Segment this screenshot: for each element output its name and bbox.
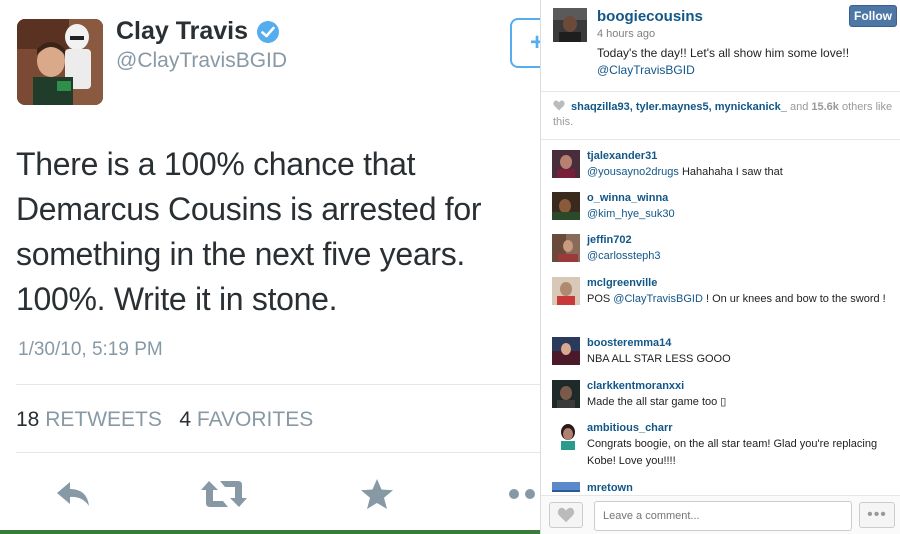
commenter-username[interactable]: tjalexander31 <box>587 150 657 162</box>
comment-body: ! On ur knees and bow to the sword ! <box>702 293 886 305</box>
more-options-button[interactable]: ••• <box>859 502 895 528</box>
follow-plus-icon: + <box>530 29 540 57</box>
retweets-label[interactable]: RETWEETS <box>45 408 162 431</box>
comment-text: Congrats boogie, on the all star team! G… <box>587 438 878 467</box>
commenter-avatar[interactable] <box>552 482 580 492</box>
poster-avatar[interactable] <box>553 8 587 42</box>
star-icon <box>361 479 393 509</box>
commenter-username[interactable]: mclgreenville <box>587 277 657 289</box>
like-button[interactable] <box>549 502 583 528</box>
tweet-timestamp[interactable]: 1/30/10, 5:19 PM <box>18 339 163 361</box>
commenter-avatar[interactable] <box>552 192 580 220</box>
reply-icon <box>57 482 89 506</box>
comment-mention[interactable]: @carlossteph3 <box>587 250 661 262</box>
commenter-username[interactable]: boosteremma14 <box>587 337 671 349</box>
tweet-author-name-text: Clay Travis <box>116 17 249 45</box>
reply-button[interactable] <box>54 477 92 511</box>
post-header: boogiecousins 4 hours ago Today's the da… <box>541 0 900 91</box>
tweet-text: There is a 100% chance that Demarcus Cou… <box>16 146 482 317</box>
divider <box>541 91 900 92</box>
divider <box>16 384 540 385</box>
tweet-card: Clay Travis @ClayTravisBGID + There is a… <box>0 0 541 534</box>
more-dots-icon <box>509 489 535 499</box>
tweet-stats: 18 RETWEETS 4 FAVORITES <box>16 408 313 432</box>
heart-icon <box>553 100 565 111</box>
liker-link[interactable]: shaqzilla93, <box>571 101 633 113</box>
tweet-author-name[interactable]: Clay Travis <box>116 17 280 46</box>
liker-link[interactable]: tyler.maynes5, <box>636 101 712 113</box>
caption-text: Today's the day!! Let's all show him som… <box>597 46 850 60</box>
divider <box>16 452 540 453</box>
bottom-edge <box>0 530 540 534</box>
retweet-button[interactable] <box>200 477 248 511</box>
comment-body: Hahahaha I saw that <box>678 166 783 178</box>
commenter-username[interactable]: jeffin702 <box>587 234 632 246</box>
follow-button[interactable]: + <box>510 18 540 68</box>
comment-mention[interactable]: @kim_hye_suk30 <box>587 208 675 220</box>
commenter-avatar[interactable] <box>552 234 580 262</box>
comment-prefix: POS <box>587 293 614 305</box>
comment-text: Made the all star game too ▯ <box>587 396 727 408</box>
more-options-button[interactable] <box>508 477 540 511</box>
comment-text: @yousayno2drugs Hahahaha I saw that <box>587 164 887 181</box>
instagram-panel: boogiecousins 4 hours ago Today's the da… <box>541 0 900 534</box>
likes-and: and <box>789 101 809 113</box>
retweet-icon <box>201 481 247 507</box>
likes-count[interactable]: 15.6k <box>811 101 839 113</box>
divider <box>541 139 900 140</box>
commenter-avatar[interactable] <box>552 337 580 365</box>
verified-badge-icon <box>256 20 280 44</box>
comment-text: NBA ALL STAR LESS GOOO <box>587 353 731 365</box>
commenter-avatar[interactable] <box>554 422 582 450</box>
comment-text: POS @ClayTravisBGID ! On ur knees and bo… <box>587 291 887 308</box>
commenter-avatar[interactable] <box>552 380 580 408</box>
comment-text: @kim_hye_suk30 <box>587 206 887 223</box>
commenter-username[interactable]: mretown <box>587 482 633 492</box>
favorites-label[interactable]: FAVORITES <box>197 408 313 431</box>
tweet-avatar[interactable] <box>17 19 103 105</box>
comment-mention[interactable]: @yousayno2drugs <box>587 166 679 178</box>
post-caption: Today's the day!! Let's all show him som… <box>597 45 887 79</box>
comment-mention[interactable]: @ClayTravisBGID <box>613 293 703 305</box>
commenter-avatar[interactable] <box>552 150 580 178</box>
retweets-count: 18 <box>16 408 40 431</box>
commenter-username[interactable]: o_winna_winna <box>587 192 668 204</box>
poster-username[interactable]: boogiecousins <box>597 8 703 25</box>
instagram-follow-button[interactable]: Follow <box>849 5 897 27</box>
commenter-avatar[interactable] <box>552 277 580 305</box>
comment-text: @carlossteph3 <box>587 248 887 265</box>
post-time: 4 hours ago <box>597 28 656 40</box>
favorite-button[interactable] <box>360 477 394 511</box>
caption-mention-link[interactable]: @ClayTravisBGID <box>597 62 887 79</box>
comments-list[interactable]: tjalexander31 @yousayno2drugs Hahahaha I… <box>541 148 900 492</box>
heart-icon <box>557 507 575 523</box>
comment-input[interactable] <box>594 501 852 531</box>
liker-link[interactable]: mynickanick_ <box>715 101 787 113</box>
commenter-username[interactable]: clarkkentmoranxxi <box>587 380 684 392</box>
likes-summary: shaqzilla93, tyler.maynes5, mynickanick_… <box>553 100 893 130</box>
commenter-username[interactable]: ambitious_charr <box>587 422 673 434</box>
favorites-count: 4 <box>179 408 192 431</box>
comment-bar: ••• <box>541 495 900 534</box>
tweet-author-handle[interactable]: @ClayTravisBGID <box>116 49 287 73</box>
